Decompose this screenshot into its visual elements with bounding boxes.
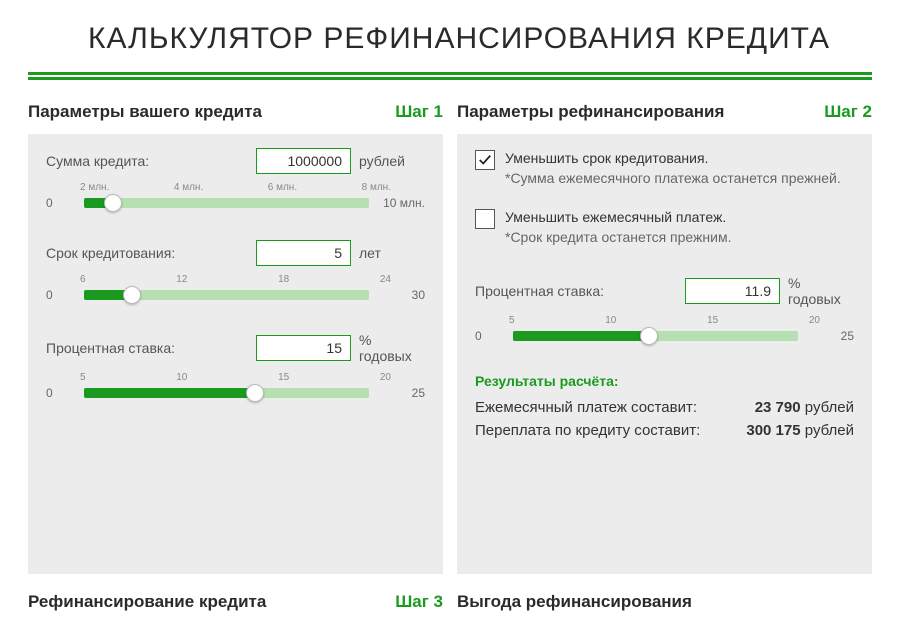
step3-title: Рефинансирование кредита — [28, 592, 266, 612]
result-monthly-label: Ежемесячный платеж составит: — [475, 399, 697, 416]
result-monthly-value: 23 790 — [755, 399, 801, 416]
step4-header: Выгода рефинансирования — [457, 592, 872, 612]
tick: 8 млн. — [362, 182, 391, 193]
step3-badge: Шаг 3 — [395, 592, 443, 612]
step3-header: Рефинансирование кредита Шаг 3 — [28, 592, 443, 612]
rate2-min: 0 — [475, 329, 505, 343]
step2-title: Параметры рефинансирования — [457, 102, 724, 122]
tick: 20 — [809, 315, 820, 326]
rate1-min: 0 — [46, 386, 76, 400]
amount-max: 10 млн. — [377, 196, 425, 210]
divider-top-2 — [28, 77, 872, 80]
opt-reduce-term-label: Уменьшить срок кредитования. — [505, 148, 841, 168]
tick: 10 — [605, 315, 616, 326]
tick: 4 млн. — [174, 182, 203, 193]
term-min: 0 — [46, 288, 76, 302]
page-title: КАЛЬКУЛЯТОР РЕФИНАНСИРОВАНИЯ КРЕДИТА — [88, 22, 872, 56]
rate1-input[interactable] — [256, 335, 351, 361]
step1-panel: Сумма кредита: рублей 2 млн. 4 млн. 6 мл… — [28, 134, 443, 574]
rate1-fill — [84, 388, 255, 398]
tick: 6 — [80, 274, 86, 285]
step1-title: Параметры вашего кредита — [28, 102, 262, 122]
opt-reduce-term-note: *Сумма ежемесячного платежа останется пр… — [505, 168, 841, 188]
term-unit: лет — [359, 245, 425, 261]
tick: 24 — [380, 274, 391, 285]
column-step2: Параметры рефинансирования Шаг 2 Уменьши… — [457, 102, 872, 612]
rate2-unit: % годовых — [788, 275, 854, 307]
term-slider[interactable]: 6 12 18 24 0 30 — [46, 274, 425, 302]
tick: 6 млн. — [268, 182, 297, 193]
result-overpay-row: Переплата по кредиту составит: 300 175 р… — [475, 422, 854, 439]
tick: 2 млн. — [80, 182, 109, 193]
step2-header: Параметры рефинансирования Шаг 2 — [457, 102, 872, 122]
amount-min: 0 — [46, 196, 76, 210]
rate1-track[interactable] — [84, 388, 369, 398]
opt-reduce-payment-label: Уменьшить ежемесячный платеж. — [505, 207, 732, 227]
check-icon — [478, 153, 492, 167]
tick: 5 — [80, 372, 86, 383]
amount-ticks: 2 млн. 4 млн. 6 млн. 8 млн. — [46, 182, 425, 196]
amount-block: Сумма кредита: рублей 2 млн. 4 млн. 6 мл… — [46, 148, 425, 210]
column-step1: Параметры вашего кредита Шаг 1 Сумма кре… — [28, 102, 443, 612]
amount-unit: рублей — [359, 153, 425, 169]
tick: 15 — [707, 315, 718, 326]
step2-badge: Шаг 2 — [824, 102, 872, 122]
rate1-ticks: 5 10 15 20 — [46, 372, 425, 386]
term-block: Срок кредитования: лет 6 12 18 24 0 — [46, 240, 425, 302]
step1-header: Параметры вашего кредита Шаг 1 — [28, 102, 443, 122]
rate2-fill — [513, 331, 649, 341]
term-thumb[interactable] — [123, 286, 141, 304]
rate2-track[interactable] — [513, 331, 798, 341]
rate1-block: Процентная ставка: % годовых 5 10 15 20 … — [46, 332, 425, 400]
amount-label: Сумма кредита: — [46, 153, 149, 169]
divider-top-1 — [28, 72, 872, 75]
tick: 10 — [176, 372, 187, 383]
term-ticks: 6 12 18 24 — [46, 274, 425, 288]
term-input[interactable] — [256, 240, 351, 266]
rate2-max: 25 — [806, 329, 854, 343]
opt-reduce-term-row: Уменьшить срок кредитования. *Сумма ежем… — [475, 148, 854, 189]
term-label: Срок кредитования: — [46, 245, 175, 261]
result-overpay-value: 300 175 — [746, 422, 800, 439]
tick: 18 — [278, 274, 289, 285]
tick: 15 — [278, 372, 289, 383]
step1-badge: Шаг 1 — [395, 102, 443, 122]
term-track[interactable] — [84, 290, 369, 300]
results-title: Результаты расчёта: — [475, 373, 854, 389]
tick: 5 — [509, 315, 515, 326]
step2-panel: Уменьшить срок кредитования. *Сумма ежем… — [457, 134, 872, 574]
amount-thumb[interactable] — [104, 194, 122, 212]
opt-reduce-term-checkbox[interactable] — [475, 150, 495, 170]
tick: 12 — [176, 274, 187, 285]
result-overpay-unit: рублей — [805, 422, 854, 439]
step4-title: Выгода рефинансирования — [457, 592, 692, 612]
rate1-label: Процентная ставка: — [46, 340, 175, 356]
rate2-block: Процентная ставка: % годовых 5 10 15 20 … — [475, 275, 854, 343]
rate1-max: 25 — [377, 386, 425, 400]
opt-reduce-payment-row: Уменьшить ежемесячный платеж. *Срок кред… — [475, 207, 854, 248]
amount-input[interactable] — [256, 148, 351, 174]
opt-reduce-payment-note: *Срок кредита останется прежним. — [505, 227, 732, 247]
result-overpay-label: Переплата по кредиту составит: — [475, 422, 700, 439]
opt-reduce-payment-checkbox[interactable] — [475, 209, 495, 229]
result-monthly-unit: рублей — [805, 399, 854, 416]
rate1-slider[interactable]: 5 10 15 20 0 25 — [46, 372, 425, 400]
rate1-unit: % годовых — [359, 332, 425, 364]
result-monthly-row: Ежемесячный платеж составит: 23 790 рубл… — [475, 399, 854, 416]
rate1-thumb[interactable] — [246, 384, 264, 402]
rate2-ticks: 5 10 15 20 — [475, 315, 854, 329]
rate2-slider[interactable]: 5 10 15 20 0 25 — [475, 315, 854, 343]
tick: 20 — [380, 372, 391, 383]
amount-slider[interactable]: 2 млн. 4 млн. 6 млн. 8 млн. 0 10 млн. — [46, 182, 425, 210]
rate2-label: Процентная ставка: — [475, 283, 604, 299]
rate2-input[interactable] — [685, 278, 780, 304]
term-max: 30 — [377, 288, 425, 302]
rate2-thumb[interactable] — [640, 327, 658, 345]
amount-track[interactable] — [84, 198, 369, 208]
